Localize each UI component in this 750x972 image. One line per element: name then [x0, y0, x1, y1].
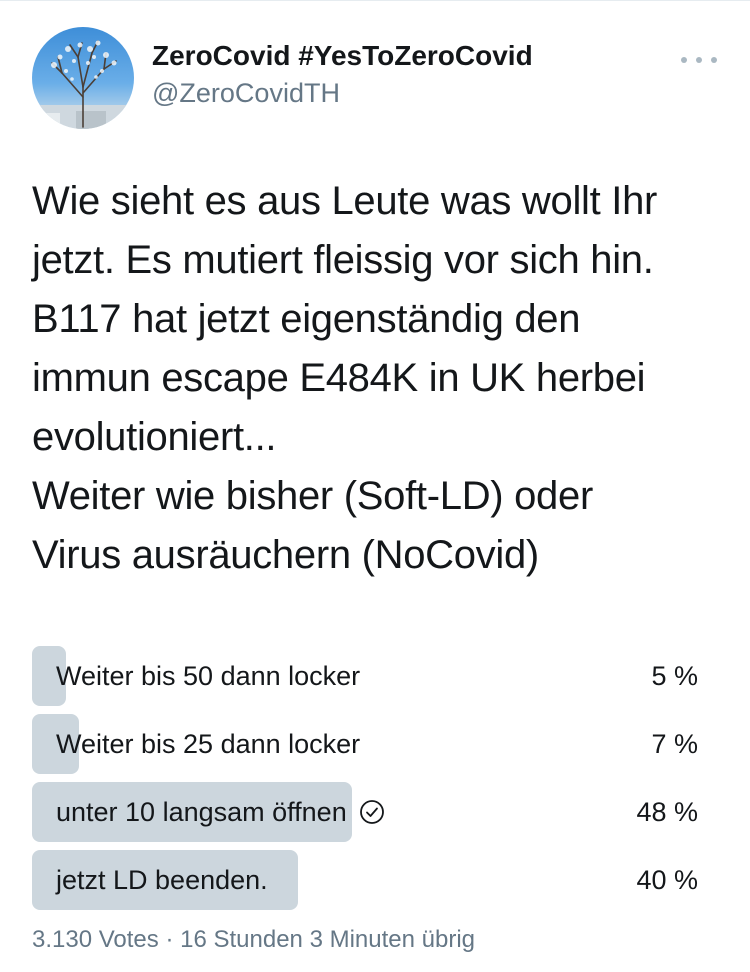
- user-handle[interactable]: @ZeroCovidTH: [152, 78, 340, 109]
- checkmark-circle-icon: [359, 800, 384, 824]
- poll-option-percent: 7 %: [651, 729, 698, 759]
- poll-option-label: unter 10 langsam öffnen: [56, 782, 385, 842]
- poll-option-text: unter 10 langsam öffnen: [56, 797, 347, 827]
- tweet-text-line: jetzt. Es mutiert fleissig vor sich hin.: [32, 238, 654, 282]
- poll-option-percent: 5 %: [651, 661, 698, 691]
- poll-option-percent: 48 %: [636, 797, 698, 827]
- poll-meta: 3.130 Votes · 16 Stunden 3 Minuten übrig: [32, 926, 475, 954]
- poll-option-text: jetzt LD beenden.: [56, 865, 268, 895]
- tweet-text-line: evolutioniert...: [32, 415, 277, 459]
- poll-option[interactable]: Weiter bis 25 dann locker 7 %: [32, 714, 698, 774]
- more-dot: [696, 57, 702, 63]
- poll-option-label: Weiter bis 25 dann locker: [56, 714, 360, 774]
- poll-option[interactable]: Weiter bis 50 dann locker 5 %: [32, 646, 698, 706]
- display-name[interactable]: ZeroCovid #YesToZeroCovid: [152, 40, 533, 72]
- poll-option-label: Weiter bis 50 dann locker: [56, 646, 360, 706]
- poll-remaining: 16 Stunden 3 Minuten übrig: [180, 926, 476, 953]
- poll-option-percent: 40 %: [636, 865, 698, 895]
- poll-option-label: jetzt LD beenden.: [56, 850, 268, 910]
- more-options-icon[interactable]: [681, 50, 717, 70]
- tweet-text-line: B117 hat jetzt eigenständig den: [32, 297, 581, 341]
- more-dot: [681, 57, 687, 63]
- more-dot: [711, 57, 717, 63]
- top-divider: [0, 0, 750, 1]
- poll-votes: 3.130 Votes: [32, 926, 159, 953]
- tree-avatar-icon: [32, 40, 134, 129]
- poll-option[interactable]: unter 10 langsam öffnen 48 %: [32, 782, 698, 842]
- poll-separator: ·: [165, 926, 174, 953]
- poll-option-text: Weiter bis 50 dann locker: [56, 661, 361, 691]
- avatar[interactable]: [32, 27, 134, 129]
- tweet-text-line: Wie sieht es aus Leute was wollt Ihr: [32, 179, 658, 223]
- tweet-text-line: Virus ausräuchern (NoCovid): [32, 533, 539, 577]
- tweet-text: Wie sieht es aus Leute was wollt Ihr jet…: [32, 172, 722, 585]
- poll-option-text: Weiter bis 25 dann locker: [56, 729, 361, 759]
- tweet-text-line: Weiter wie bisher (Soft-LD) oder: [32, 474, 593, 518]
- poll-option[interactable]: jetzt LD beenden. 40 %: [32, 850, 698, 910]
- tweet-text-line: immun escape E484K in UK herbei: [32, 356, 646, 400]
